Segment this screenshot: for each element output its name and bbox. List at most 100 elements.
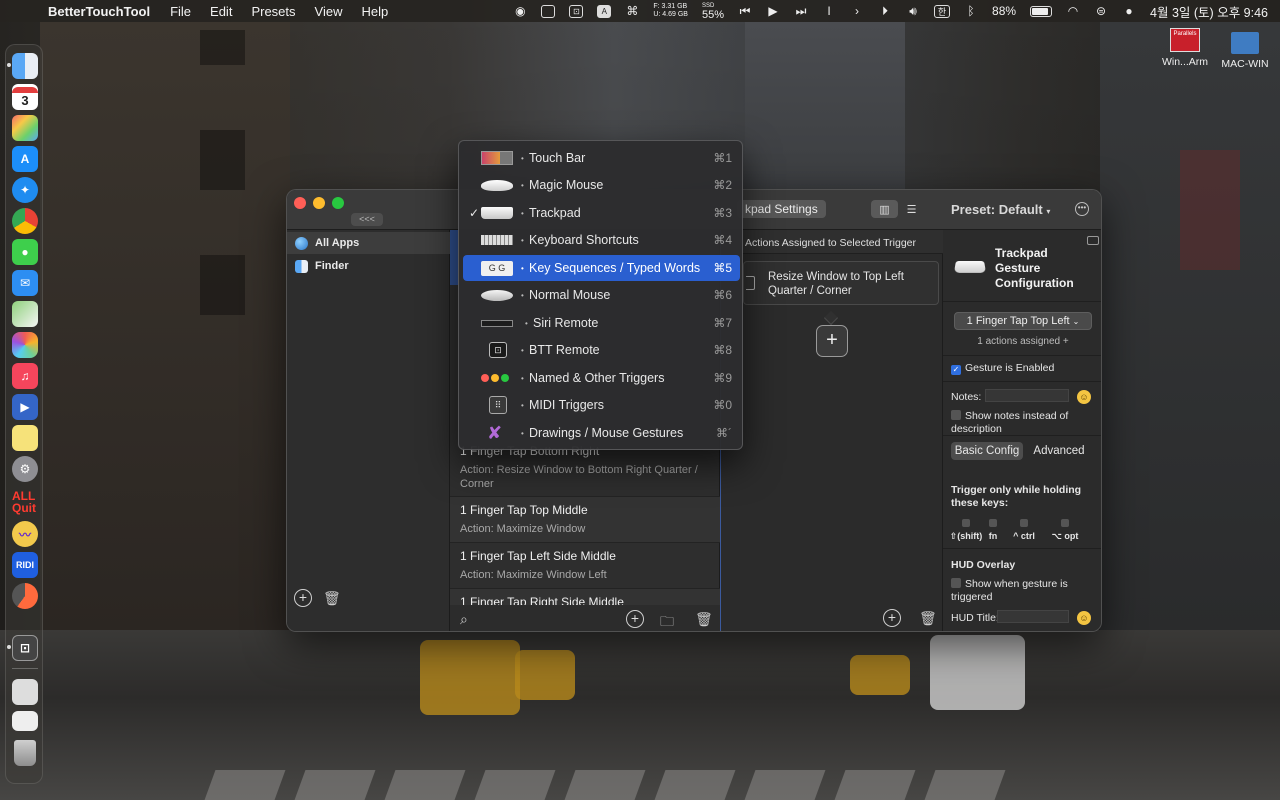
system-preferences-icon[interactable]: ⚙ [12,456,38,482]
emoji-picker-icon[interactable]: ☺ [1077,611,1091,625]
input-source-icon[interactable]: 한 [934,4,951,18]
menu-item-named-triggers[interactable]: • Named & Other Triggers ⌘9 [463,365,740,391]
desktop-icon-parallels-vm[interactable]: Parallels Win...Arm [1154,28,1216,68]
volume-icon[interactable]: 🔊︎ [906,3,920,19]
wifi-icon[interactable]: ◠ [1066,3,1080,19]
hud-title-input[interactable] [997,610,1069,623]
add-folder-icon[interactable]: 🗀 [660,611,674,631]
mail-icon[interactable]: ✉ [12,270,38,296]
emoji-picker-icon[interactable]: ☺ [1077,390,1091,404]
menu-view[interactable]: View [315,4,343,19]
documents-stack-icon[interactable] [12,711,38,731]
control-center-icon[interactable]: ⊜ [1094,3,1108,19]
previous-track-icon[interactable]: ⏮ [738,3,752,19]
screenshot-app-icon[interactable] [541,4,556,18]
chrome-icon[interactable] [12,208,38,234]
gesture-select-dropdown[interactable]: 1 Finger Tap Top Left ⌄ [954,312,1092,330]
add-action-button[interactable]: + [816,325,848,357]
zoom-button[interactable] [332,197,344,209]
menu-item-touch-bar[interactable]: • Touch Bar ⌘1 [463,145,740,171]
ssd-stats[interactable]: SSD 55% [702,2,724,21]
play-circle-icon[interactable]: ⏵ [878,3,892,19]
alfred-icon[interactable]: A [597,4,612,18]
siri-icon[interactable]: ● [1122,3,1136,19]
istat-icon[interactable] [12,583,38,609]
ridi-icon[interactable]: RIDI [12,552,38,578]
add-app-button[interactable]: + [294,589,312,607]
calendar-icon[interactable]: 3 [12,84,38,110]
menu-item-btt-remote[interactable]: ⊡ • BTT Remote ⌘8 [463,337,740,363]
remove-app-trash-icon[interactable]: 🗑︎ [323,590,341,606]
desktop-icon-mac-win[interactable]: MAC-WIN [1216,32,1274,70]
modifier-opt-checkbox[interactable]: ⌥ opt [1049,519,1081,542]
tab-advanced[interactable]: Advanced [1023,442,1095,460]
storage-stats[interactable]: F: 3.31 GB U: 4.69 GB [653,3,688,19]
app-row-all-apps[interactable]: All Apps [287,232,450,254]
finder-icon[interactable] [12,53,38,79]
menu-item-keyboard-shortcuts[interactable]: • Keyboard Shortcuts ⌘4 [463,227,740,253]
maps-icon[interactable] [12,301,38,327]
delete-trigger-trash-icon[interactable]: 🗑︎ [695,611,713,628]
bluetooth-icon[interactable]: ᛒ [964,3,978,19]
modifier-fn-checkbox[interactable]: fn [985,519,1001,541]
modifier-shift-checkbox[interactable]: ⇧(shift) [949,519,983,542]
downloads-stack-icon[interactable] [12,679,38,705]
menu-presets[interactable]: Presets [251,4,295,19]
action-card[interactable]: Resize Window to Top Left Quarter / Corn… [743,261,939,305]
menu-item-trackpad[interactable]: ✓ • Trackpad ⌘3 [463,200,740,226]
messages-icon[interactable]: ● [12,239,38,265]
menu-item-siri-remote[interactable]: • Siri Remote ⌘7 [463,310,740,336]
keynote-icon[interactable]: ▶ [12,394,38,420]
chevron-right-icon[interactable]: › [850,3,864,19]
allquit-icon[interactable]: ALL Quit [12,489,38,515]
menu-item-midi-triggers[interactable]: ⠿ • MIDI Triggers ⌘0 [463,392,740,418]
detach-panel-icon[interactable] [1087,236,1099,245]
launchpad-icon[interactable] [12,115,38,141]
list-view-icon[interactable]: ☰ [898,200,925,218]
trigger-item[interactable]: 1 Finger Tap Top Middle Action: Maximize… [450,497,720,543]
hud-show-checkbox[interactable]: Show when gesture is triggered [951,578,1081,604]
app-menu[interactable]: BetterTouchTool [48,4,150,19]
app-store-icon[interactable]: A [12,146,38,172]
menu-item-key-sequences[interactable]: G G • Key Sequences / Typed Words ⌘5 [463,255,740,281]
play-icon[interactable]: ▶ [766,3,780,19]
trackpad-settings-button[interactable]: kpad Settings [737,200,826,218]
trash-icon[interactable] [14,740,36,766]
music-icon[interactable]: ♫ [12,363,38,389]
minimize-button[interactable] [313,197,325,209]
battery-icon[interactable] [1030,5,1053,17]
columns-view-icon[interactable]: ▥ [871,200,898,218]
clock[interactable]: 4월 3일 (토) 오후 9:46 [1150,2,1268,21]
battery-percent[interactable]: 88% [992,4,1016,18]
menu-item-drawings[interactable]: ✘ • Drawings / Mouse Gestures ⌘´ [463,420,740,446]
bartender-icon[interactable]: ◉ [513,3,527,19]
app-row-finder[interactable]: Finder [287,255,450,277]
actions-assigned-link[interactable]: 1 actions assigned + [943,336,1101,347]
more-options-icon[interactable]: ••• [1075,202,1089,216]
waveform-app-icon[interactable]: 〰 [12,521,38,547]
menu-item-normal-mouse[interactable]: • Normal Mouse ⌘6 [463,282,740,308]
modifier-ctrl-checkbox[interactable]: ^ ctrl [1007,519,1041,541]
command-icon[interactable]: ⌘ [625,3,639,19]
safari-icon[interactable]: ✦ [12,177,38,203]
bettertouchtool-icon[interactable]: ⊡ [12,635,38,661]
menu-help[interactable]: Help [361,4,388,19]
add-trigger-button[interactable]: + [626,610,644,628]
collapse-sidebar-button[interactable]: <<< [351,213,383,226]
btt-menu-icon[interactable]: ⊡ [569,4,584,18]
text-cursor-icon[interactable]: I [822,3,836,19]
menu-edit[interactable]: Edit [210,4,232,19]
add-action-footer-button[interactable]: + [883,609,901,627]
preset-selector[interactable]: Preset: Default ▾ [951,202,1050,217]
gesture-enabled-checkbox[interactable]: ✓ Gesture is Enabled [951,362,1054,375]
menu-item-magic-mouse[interactable]: • Magic Mouse ⌘2 [463,172,740,198]
notes-icon[interactable] [12,425,38,451]
next-track-icon[interactable]: ⏭ [794,3,808,19]
search-icon[interactable]: ⌕ [460,611,468,628]
delete-action-trash-icon[interactable]: 🗑︎ [919,610,937,626]
trigger-item[interactable]: 1 Finger Tap Left Side Middle Action: Ma… [450,543,720,589]
tab-basic-config[interactable]: Basic Config [951,442,1023,460]
menu-file[interactable]: File [170,4,191,19]
show-notes-checkbox[interactable]: Show notes instead of description [951,410,1081,436]
photos-icon[interactable] [12,332,38,358]
